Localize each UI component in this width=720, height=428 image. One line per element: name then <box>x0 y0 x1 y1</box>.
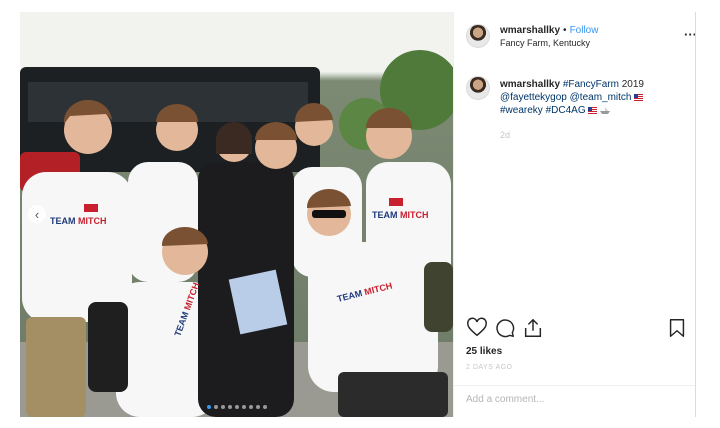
bookmark-icon[interactable] <box>666 317 688 339</box>
comment-icon[interactable] <box>494 317 516 339</box>
us-flag-emoji-icon <box>588 106 598 114</box>
caption-time: 2d <box>500 130 511 140</box>
panel-border <box>695 12 696 417</box>
carousel-dot <box>213 405 218 409</box>
carousel-dot <box>262 405 267 409</box>
caption-text: wmarshallky #FancyFarm 2019 @fayettekygo… <box>500 78 690 117</box>
action-bar <box>466 317 686 341</box>
carousel-dot <box>206 405 211 409</box>
follow-button[interactable]: Follow <box>570 25 599 36</box>
carousel-dot <box>241 405 246 409</box>
heart-icon[interactable] <box>466 317 488 339</box>
caption-year: 2019 <box>621 79 644 90</box>
post-header: wmarshallky • Follow Fancy Farm, Kentucky … <box>466 24 697 52</box>
carousel-dot <box>255 405 260 409</box>
us-flag-emoji-icon <box>634 93 644 101</box>
carousel-dot <box>220 405 225 409</box>
caption-avatar[interactable] <box>466 76 490 100</box>
mention-link[interactable]: @fayettekygop <box>500 92 567 103</box>
previous-photo-button[interactable]: ‹ <box>28 205 46 223</box>
post-location[interactable]: Fancy Farm, Kentucky <box>500 38 590 48</box>
author-line: wmarshallky • Follow <box>500 25 598 36</box>
carousel-dot <box>234 405 239 409</box>
svg-text:TEAM MITCH: TEAM MITCH <box>50 216 107 226</box>
comment-input[interactable] <box>466 394 666 405</box>
group-photo-illustration: TEAM MITCH TEAM MITCH TEAM MITCH TEAM MI… <box>20 12 453 417</box>
mention-link[interactable]: @team_mitch <box>570 92 632 103</box>
carousel-dot <box>248 405 253 409</box>
hashtag-link[interactable]: #FancyFarm <box>563 79 619 90</box>
comment-box <box>454 385 696 418</box>
post-photo[interactable]: TEAM MITCH TEAM MITCH TEAM MITCH TEAM MI… <box>20 12 453 417</box>
caption-username[interactable]: wmarshallky <box>500 79 560 90</box>
boat-emoji-icon <box>600 106 611 114</box>
post-side-panel: wmarshallky • Follow Fancy Farm, Kentucky … <box>453 12 697 418</box>
carousel-indicator <box>20 405 453 409</box>
author-username[interactable]: wmarshallky <box>500 25 560 36</box>
separator-dot: • <box>563 25 567 36</box>
share-icon[interactable] <box>522 317 544 339</box>
hashtag-link[interactable]: #weareky <box>500 105 543 116</box>
likes-count[interactable]: 25 likes <box>466 346 502 357</box>
author-avatar[interactable] <box>466 24 490 48</box>
svg-text:TEAM MITCH: TEAM MITCH <box>372 210 429 220</box>
carousel-dot <box>227 405 232 409</box>
hashtag-link[interactable]: #DC4AG <box>546 105 586 116</box>
post-date: 2 DAYS AGO <box>466 364 513 371</box>
